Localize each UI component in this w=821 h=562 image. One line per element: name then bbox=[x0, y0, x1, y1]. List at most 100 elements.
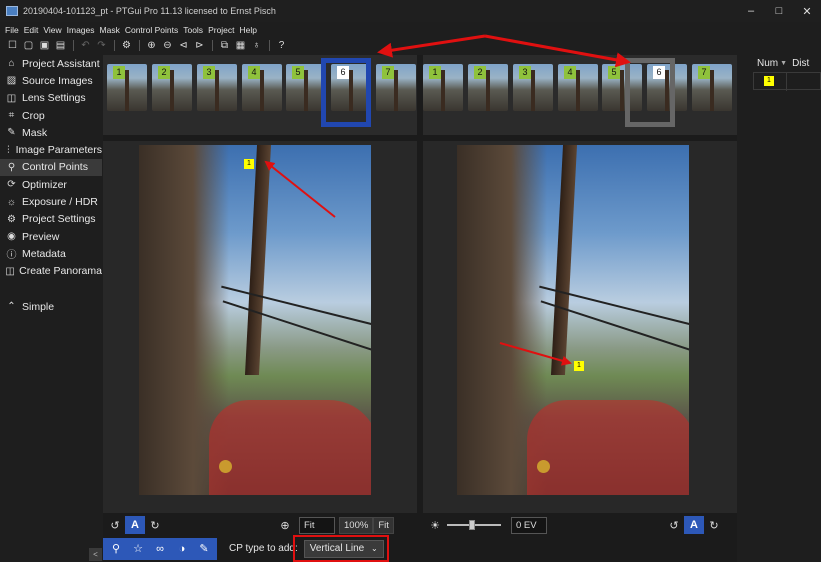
control-points-editor: 1 2 3 4 5 6 7 1 2 3 4 5 6 7 1 1 ↺ A ↻ ⊕ … bbox=[103, 55, 737, 562]
left-thumb-5[interactable]: 5 bbox=[286, 64, 326, 111]
title-bar: 20190404-101123_pt - PTGui Pro 11.13 lic… bbox=[0, 0, 821, 22]
thumb-number: 2 bbox=[158, 66, 170, 79]
right-thumb-3[interactable]: 3 bbox=[513, 64, 553, 111]
sidebar-item-metadata[interactable]: ⓘ Metadata bbox=[0, 245, 102, 262]
mask-handle[interactable] bbox=[537, 460, 550, 473]
left-thumb-7[interactable]: 7 bbox=[376, 64, 416, 111]
sidebar-item-optimizer[interactable]: ⟳ Optimizer bbox=[0, 176, 102, 193]
sidebar-item-crop[interactable]: ⌗ Crop bbox=[0, 107, 102, 124]
help-icon[interactable]: ? bbox=[274, 39, 289, 52]
menu-view[interactable]: View bbox=[43, 25, 61, 35]
undo-icon[interactable]: ↶ bbox=[78, 39, 93, 52]
thumb-number: 4 bbox=[248, 66, 260, 79]
star-tool-icon[interactable]: ☆ bbox=[127, 542, 149, 555]
zoom-fit-button[interactable]: Fit bbox=[373, 516, 394, 534]
open-icon[interactable]: ▢ bbox=[21, 39, 36, 52]
next-icon[interactable]: ⊳ bbox=[192, 39, 207, 52]
zoom-icon[interactable]: ⊕ bbox=[275, 516, 295, 534]
left-thumb-2[interactable]: 2 bbox=[152, 64, 192, 111]
auto-contrast-button[interactable]: A bbox=[125, 516, 145, 534]
zoom-field[interactable]: Fit bbox=[299, 516, 335, 534]
sidebar-item-label: Crop bbox=[22, 109, 45, 122]
left-image-viewer[interactable]: 1 bbox=[103, 141, 417, 513]
table-row[interactable]: 1 bbox=[753, 72, 821, 91]
settings-icon[interactable]: ⚙ bbox=[119, 39, 134, 52]
zoom-100-button[interactable]: 100% bbox=[339, 516, 374, 534]
brush-tool-icon[interactable]: ✎ bbox=[193, 542, 215, 555]
left-thumb-1[interactable]: 1 bbox=[107, 64, 147, 111]
mask-handle[interactable] bbox=[219, 460, 232, 473]
new-project-icon[interactable]: ☐ bbox=[5, 39, 20, 52]
cp-number-badge: 1 bbox=[764, 76, 774, 86]
right-thumb-1[interactable]: 1 bbox=[423, 64, 463, 111]
maximize-button[interactable]: □ bbox=[765, 0, 793, 22]
sidebar-item-label: Metadata bbox=[22, 247, 66, 260]
previous-icon[interactable]: ⊲ bbox=[176, 39, 191, 52]
sidebar-item-create-panorama[interactable]: ◫ Create Panorama bbox=[0, 263, 102, 280]
toolbar-divider bbox=[73, 40, 74, 51]
menu-control-points[interactable]: Control Points bbox=[125, 25, 178, 35]
toolbar-divider bbox=[212, 40, 213, 51]
right-thumb-4[interactable]: 4 bbox=[558, 64, 598, 111]
column-dist[interactable]: Dist bbox=[792, 58, 809, 69]
sidebar-item-project-settings[interactable]: ⚙ Project Settings bbox=[0, 211, 102, 228]
menu-file[interactable]: File bbox=[5, 25, 19, 35]
sidebar-item-label: Project Settings bbox=[22, 213, 96, 226]
menu-project[interactable]: Project bbox=[208, 25, 234, 35]
rotate-right-icon[interactable]: ↻ bbox=[704, 516, 724, 534]
close-button[interactable]: ✕ bbox=[793, 0, 821, 22]
pin-tool-icon[interactable]: ⚲ bbox=[105, 542, 127, 555]
sidebar-item-preview[interactable]: ◉ Preview bbox=[0, 228, 102, 245]
pin-icon[interactable]: ♁ bbox=[249, 39, 264, 52]
zoom-in-icon[interactable]: ⊕ bbox=[144, 39, 159, 52]
gear-icon: ⚙ bbox=[7, 213, 16, 225]
camera-icon: ◫ bbox=[6, 92, 17, 104]
panorama-editor-icon[interactable]: ⧉ bbox=[217, 39, 232, 52]
menu-bar: File Edit View Images Mask Control Point… bbox=[0, 22, 821, 37]
control-point-marker[interactable]: 1 bbox=[574, 361, 584, 371]
exposure-slider[interactable] bbox=[447, 520, 501, 530]
sidebar-item-control-points[interactable]: ⚲ Control Points bbox=[0, 158, 102, 177]
column-divider bbox=[786, 73, 787, 91]
sidebar-item-exposure-hdr[interactable]: ☼ Exposure / HDR bbox=[0, 193, 102, 210]
sidebar-item-lens-settings[interactable]: ◫ Lens Settings bbox=[0, 90, 102, 107]
sidebar-item-project-assistant[interactable]: ⌂ Project Assistant bbox=[0, 55, 102, 72]
thumb-number: 1 bbox=[113, 66, 125, 79]
contrast-tool-icon[interactable]: ◑ bbox=[171, 543, 193, 555]
sidebar-item-mask[interactable]: ✎ Mask bbox=[0, 124, 102, 141]
link-tool-icon[interactable]: ∞ bbox=[149, 543, 171, 555]
sidebar-collapse-button[interactable]: < bbox=[89, 548, 102, 561]
auto-contrast-button[interactable]: A bbox=[684, 516, 704, 534]
redo-icon[interactable]: ↷ bbox=[94, 39, 109, 52]
menu-edit[interactable]: Edit bbox=[24, 25, 39, 35]
control-point-marker[interactable]: 1 bbox=[244, 159, 254, 169]
minimize-button[interactable]: – bbox=[737, 0, 765, 22]
sidebar: ⌂ Project Assistant ▨ Source Images ◫ Lens … bbox=[0, 55, 102, 562]
left-image[interactable]: 1 bbox=[139, 145, 371, 495]
exposure-field[interactable]: 0 EV bbox=[511, 516, 547, 534]
sidebar-item-source-images[interactable]: ▨ Source Images bbox=[0, 72, 102, 89]
chevron-up-circle-icon: ⌃ bbox=[7, 301, 16, 312]
menu-tools[interactable]: Tools bbox=[183, 25, 203, 35]
right-image[interactable]: 1 bbox=[457, 145, 689, 495]
save-icon[interactable]: ▤ bbox=[53, 39, 68, 52]
sidebar-item-image-parameters[interactable]: ⫶ Image Parameters bbox=[0, 141, 102, 158]
save-as-icon[interactable]: ▣ bbox=[37, 39, 52, 52]
rotate-right-icon[interactable]: ↻ bbox=[145, 516, 165, 534]
menu-help[interactable]: Help bbox=[240, 25, 257, 35]
right-thumb-2[interactable]: 2 bbox=[468, 64, 508, 111]
menu-images[interactable]: Images bbox=[67, 25, 95, 35]
right-image-viewer[interactable]: 1 bbox=[423, 141, 737, 513]
rotate-left-icon[interactable]: ↺ bbox=[105, 516, 125, 534]
rotate-left-icon[interactable]: ↺ bbox=[664, 516, 684, 534]
menu-mask[interactable]: Mask bbox=[100, 25, 120, 35]
left-thumb-3[interactable]: 3 bbox=[197, 64, 237, 111]
right-thumb-7[interactable]: 7 bbox=[692, 64, 732, 111]
simple-mode-toggle[interactable]: ⌃ Simple bbox=[0, 298, 102, 315]
zoom-out-icon[interactable]: ⊖ bbox=[160, 39, 175, 52]
sidebar-item-label: Preview bbox=[22, 230, 60, 243]
left-thumb-4[interactable]: 4 bbox=[242, 64, 282, 111]
table-icon[interactable]: ▦ bbox=[233, 39, 248, 52]
right-selected-thumb-highlight bbox=[625, 58, 675, 127]
column-num[interactable]: Num bbox=[753, 58, 778, 69]
